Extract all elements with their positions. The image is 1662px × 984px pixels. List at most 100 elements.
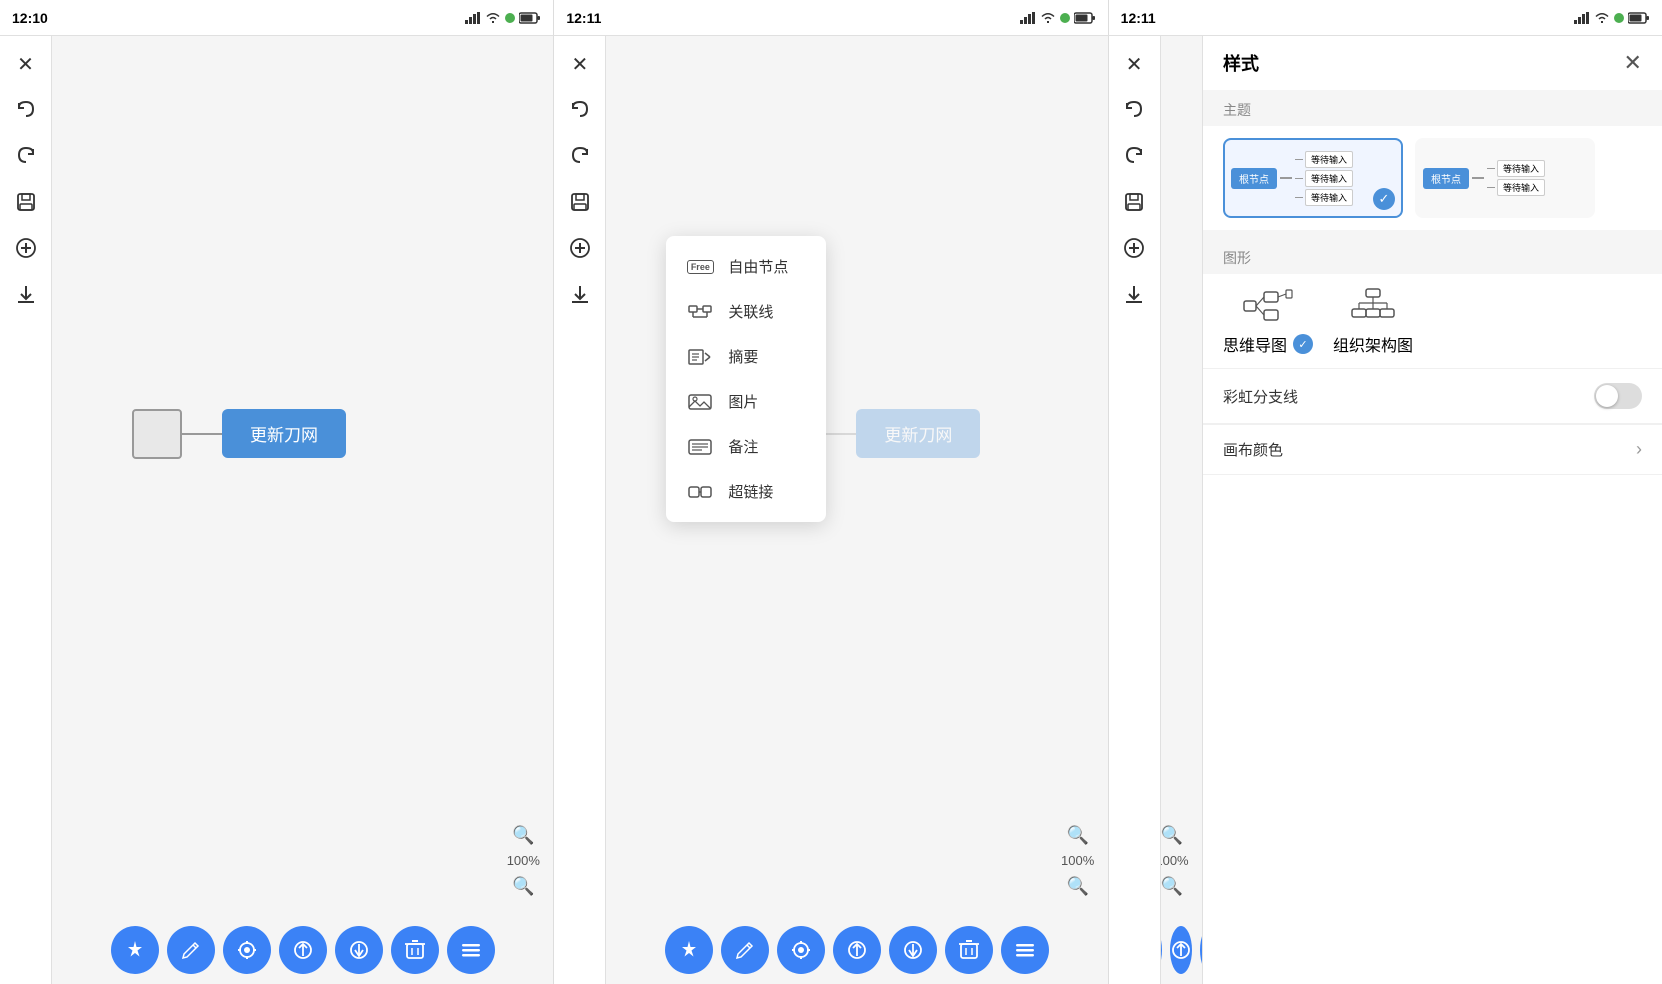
connector-line-1 [182, 433, 222, 435]
download-button-2[interactable] [560, 274, 600, 314]
wifi-icon-1 [485, 12, 501, 24]
rainbow-toggle[interactable] [1594, 383, 1642, 409]
toolbar-1: ✕ [0, 36, 52, 984]
edit-button-2[interactable] [721, 926, 769, 974]
add-button-2[interactable] [560, 228, 600, 268]
zoom-label-2: 100% [1061, 853, 1094, 868]
toggle-thumb [1596, 385, 1618, 407]
theme-item-1[interactable]: 根节点 等待输入 等待输入 [1223, 138, 1403, 218]
image-label: 图片 [728, 391, 758, 412]
summary-label: 摘要 [728, 346, 758, 367]
battery-icon-1 [519, 12, 541, 24]
zoom-in-btn-2[interactable]: 🔍 [1060, 817, 1096, 853]
toolbar-2: ✕ [554, 36, 606, 984]
time-1: 12:10 [12, 10, 48, 26]
move-in-button-2[interactable] [777, 926, 825, 974]
undo-button-2[interactable] [560, 90, 600, 130]
move-in-button-1[interactable] [223, 926, 271, 974]
save-button-1[interactable] [6, 182, 46, 222]
wifi-icon-3 [1594, 12, 1610, 24]
theme2-root: 根节点 [1423, 168, 1469, 189]
canvas-1: 更新刀网 [52, 36, 553, 924]
magic-button-2[interactable] [665, 926, 713, 974]
move-out-button-1[interactable] [279, 926, 327, 974]
zoom-label-1: 100% [507, 853, 540, 868]
zoom-controls-2: 🔍 100% 🔍 [1060, 817, 1096, 904]
battery-icon-2 [1074, 12, 1096, 24]
delete-button-2[interactable] [945, 926, 993, 974]
zoom-out-btn-2[interactable]: 🔍 [1060, 868, 1096, 904]
edit-button-1[interactable] [167, 926, 215, 974]
canvas-color-row[interactable]: 画布颜色 › [1203, 425, 1662, 474]
video-button-1[interactable] [335, 926, 383, 974]
undo-button-3[interactable] [1114, 90, 1154, 130]
mind-map-shape-icon [1240, 286, 1296, 326]
menu-item-summary[interactable]: 摘要 [666, 334, 826, 379]
status-bar-1: 12:10 [0, 0, 554, 36]
theme1-node1: 等待输入 [1305, 151, 1353, 168]
mind-map-check: ✓ [1293, 334, 1313, 354]
move-out-button-2[interactable] [833, 926, 881, 974]
theme1-root: 根节点 [1231, 168, 1277, 189]
wifi-icon-2 [1040, 12, 1056, 24]
note-icon [686, 437, 714, 457]
close-button-3[interactable]: ✕ [1114, 44, 1154, 84]
magic-button-1[interactable] [111, 926, 159, 974]
shape-mind-map[interactable]: 思维导图 ✓ [1223, 286, 1313, 356]
signal-icon-3 [1574, 12, 1590, 24]
status-icons-3 [1574, 12, 1650, 24]
redo-button-1[interactable] [6, 136, 46, 176]
menu-item-note[interactable]: 备注 [666, 424, 826, 469]
battery-icon-3 [1628, 12, 1650, 24]
menu-item-connector[interactable]: 关联线 [666, 289, 826, 334]
connector-label: 关联线 [728, 301, 773, 322]
more-button-1[interactable] [447, 926, 495, 974]
add-button-3[interactable] [1114, 228, 1154, 268]
add-button-1[interactable] [6, 228, 46, 268]
free-node-label: 自由节点 [728, 256, 788, 277]
canvas-2: 更新刀网 Free 自由节点 [606, 36, 1107, 924]
bottom-toolbar-1 [52, 926, 553, 974]
bottom-toolbar-2 [606, 926, 1107, 974]
close-button-1[interactable]: ✕ [6, 44, 46, 84]
hyperlink-icon [686, 482, 714, 502]
undo-button-1[interactable] [6, 90, 46, 130]
panel-2: ✕ [554, 36, 1108, 984]
style-panel-close[interactable]: ✕ [1624, 50, 1642, 76]
status-icons-1 [465, 12, 541, 24]
move-out-button-3[interactable] [1170, 926, 1192, 974]
theme2-node1: 等待输入 [1497, 160, 1545, 177]
theme1-node2: 等待输入 [1305, 170, 1353, 187]
placeholder-node-1[interactable] [132, 409, 182, 459]
theme2-line1 [1472, 177, 1484, 179]
close-button-2[interactable]: ✕ [560, 44, 600, 84]
more-button-2[interactable] [1001, 926, 1049, 974]
menu-item-free-node[interactable]: Free 自由节点 [666, 244, 826, 289]
zoom-out-btn-1[interactable]: 🔍 [505, 868, 541, 904]
theme1-line1 [1280, 177, 1292, 179]
save-button-3[interactable] [1114, 182, 1154, 222]
notification-dot-2 [1060, 13, 1070, 23]
theme2-node2: 等待输入 [1497, 179, 1545, 196]
delete-button-1[interactable] [391, 926, 439, 974]
toolbar-3: ✕ [1109, 36, 1161, 984]
menu-item-image[interactable]: 图片 [666, 379, 826, 424]
shape-org-chart[interactable]: 组织架构图 [1333, 286, 1413, 356]
redo-button-2[interactable] [560, 136, 600, 176]
theme-item-2[interactable]: 根节点 等待输入 等待输入 [1415, 138, 1595, 218]
connector-icon [686, 302, 714, 322]
redo-button-3[interactable] [1114, 136, 1154, 176]
video-button-2[interactable] [889, 926, 937, 974]
signal-icon-1 [465, 12, 481, 24]
download-button-3[interactable] [1114, 274, 1154, 314]
save-button-2[interactable] [560, 182, 600, 222]
shape-section: 思维导图 ✓ [1203, 274, 1662, 368]
theme-section-title: 主题 [1203, 90, 1662, 126]
root-node-1[interactable]: 更新刀网 [222, 409, 346, 458]
menu-item-hyperlink[interactable]: 超链接 [666, 469, 826, 514]
root-node-2: 更新刀网 [856, 409, 980, 458]
download-button-1[interactable] [6, 274, 46, 314]
status-bar-2: 12:11 [554, 0, 1108, 36]
zoom-in-btn-1[interactable]: 🔍 [505, 817, 541, 853]
note-label: 备注 [728, 436, 758, 457]
